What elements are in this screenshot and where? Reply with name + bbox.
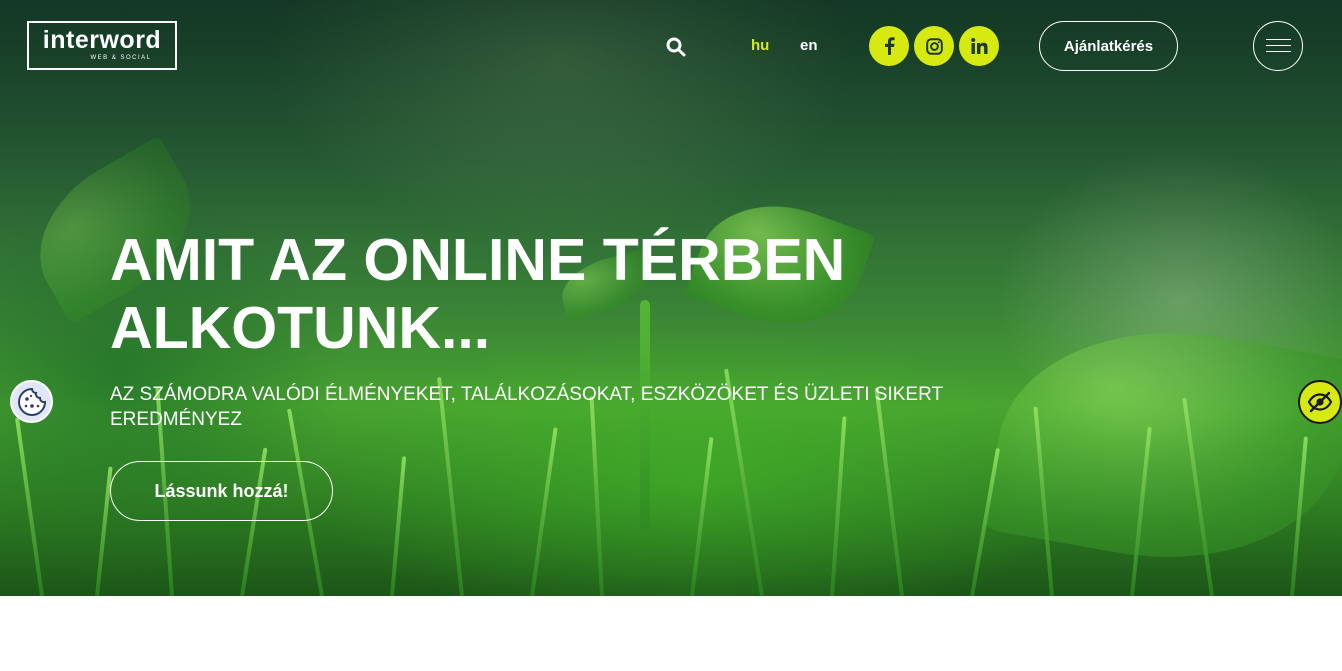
linkedin-icon [970,38,987,54]
logo-name: interword [42,26,162,54]
cookie-icon [17,387,46,416]
language-en[interactable]: en [800,37,818,54]
instagram-icon [925,37,943,55]
menu-button[interactable] [1253,21,1303,71]
hero-title: AMIT AZ ONLINE TÉRBEN ALKOTUNK... [110,227,846,361]
logo-tagline: WEB & SOCIAL [90,55,152,61]
facebook-button[interactable] [869,26,909,66]
search-button[interactable] [665,36,687,58]
hero-subtitle: AZ SZÁMODRA VALÓDI ÉLMÉNYEKET, TALÁLKOZÁ… [110,384,943,430]
linkedin-button[interactable] [959,26,999,66]
site-logo[interactable]: interword WEB & SOCIAL [27,21,177,70]
cta-button[interactable]: Lássunk hozzá! [110,461,333,521]
language-hu[interactable]: hu [751,37,769,54]
accessibility-button[interactable] [1298,380,1342,424]
search-icon [666,37,686,57]
instagram-button[interactable] [914,26,954,66]
facebook-icon [885,37,895,55]
hidden-eye-icon [1307,391,1333,413]
cookie-settings-button[interactable] [10,380,53,423]
request-quote-button[interactable]: Ajánlatkérés [1039,21,1178,71]
